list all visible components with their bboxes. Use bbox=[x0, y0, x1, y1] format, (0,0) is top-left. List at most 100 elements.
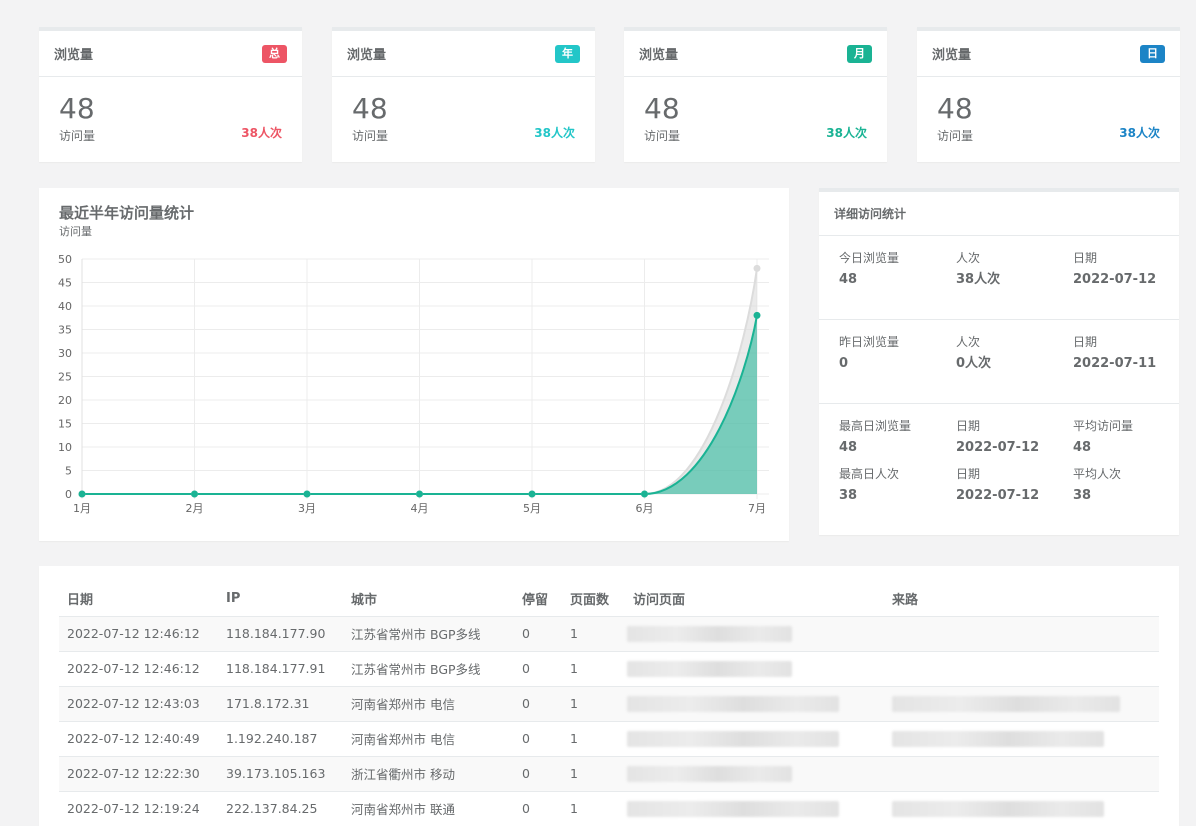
detail-max: 最高日浏览量 48 日期 2022-07-12 平均访问量 48 最高日人次 38 日期… bbox=[819, 404, 1179, 505]
stat-visitors: 38人次 bbox=[1119, 126, 1160, 140]
detail-yesterday: 昨日浏览量 0 人次 0人次 日期 2022-07-11 bbox=[819, 320, 1179, 404]
table-header-row: 日期 IP 城市 停留 页面数 访问页面 来路 bbox=[59, 582, 1159, 617]
visit-log-table: 日期 IP 城市 停留 页面数 访问页面 来路 2022-07-12 12:46… bbox=[59, 582, 1159, 826]
stat-visitors: 38人次 bbox=[241, 126, 282, 140]
detail-value: 38人次 bbox=[956, 272, 1001, 287]
y-tick-label: 15 bbox=[58, 418, 72, 431]
stat-value: 48 bbox=[59, 92, 95, 125]
detail-value: 48 bbox=[1073, 440, 1092, 455]
detail-value: 38 bbox=[839, 488, 858, 503]
cell-page-redacted bbox=[625, 686, 884, 722]
detail-today: 今日浏览量 48 人次 38人次 日期 2022-07-12 bbox=[819, 236, 1179, 320]
cell-city: 河南省郑州市 电信 bbox=[343, 686, 514, 722]
cell-stay: 0 bbox=[514, 721, 562, 757]
detail-label: 平均人次 bbox=[1073, 467, 1122, 481]
cell-page-redacted bbox=[625, 616, 884, 652]
cell-pages: 1 bbox=[562, 721, 625, 757]
data-point bbox=[191, 490, 198, 498]
cell-ip: 171.8.172.31 bbox=[218, 686, 343, 722]
visit-log-panel: 日期 IP 城市 停留 页面数 访问页面 来路 2022-07-12 12:46… bbox=[39, 566, 1179, 826]
y-tick-label: 0 bbox=[65, 488, 72, 501]
table-row: 2022-07-12 12:40:49 1.192.240.187 河南省郑州市… bbox=[59, 721, 1159, 757]
y-tick-label: 5 bbox=[65, 465, 72, 478]
stat-card-title: 浏览量 bbox=[639, 48, 679, 63]
col-header-city: 城市 bbox=[343, 582, 514, 617]
stat-card-total: 浏览量 总 48 访问量 38人次 bbox=[39, 27, 302, 162]
cell-pages: 1 bbox=[562, 616, 625, 652]
col-header-stay: 停留 bbox=[514, 582, 562, 617]
data-point bbox=[753, 311, 761, 319]
y-tick-label: 50 bbox=[58, 253, 72, 266]
stat-card-month: 浏览量 月 48 访问量 38人次 bbox=[624, 27, 887, 162]
detail-value: 2022-07-12 bbox=[956, 440, 1040, 455]
cell-referrer-redacted bbox=[884, 686, 1159, 722]
cell-stay: 0 bbox=[514, 756, 562, 792]
stat-card-day: 浏览量 日 48 访问量 38人次 bbox=[917, 27, 1180, 162]
detail-label: 昨日浏览量 bbox=[839, 335, 900, 349]
data-point bbox=[303, 490, 311, 498]
stat-visitors: 38人次 bbox=[826, 126, 867, 140]
cell-city: 河南省郑州市 联通 bbox=[343, 791, 514, 826]
detail-label: 日期 bbox=[956, 419, 981, 433]
data-point bbox=[78, 490, 86, 498]
x-tick-label: 4月 bbox=[411, 502, 429, 515]
detail-value: 0 bbox=[839, 356, 849, 371]
detail-label: 最高日浏览量 bbox=[839, 419, 912, 433]
detail-label: 人次 bbox=[956, 335, 981, 349]
table-row: 2022-07-12 12:46:12 118.184.177.90 江苏省常州… bbox=[59, 616, 1159, 652]
cell-date: 2022-07-12 12:22:30 bbox=[59, 756, 218, 792]
table-row: 2022-07-12 12:22:30 39.173.105.163 浙江省衢州… bbox=[59, 756, 1159, 792]
detail-label: 今日浏览量 bbox=[839, 251, 900, 265]
detail-value: 48 bbox=[839, 272, 858, 287]
stat-card-title: 浏览量 bbox=[347, 48, 387, 63]
cell-referrer-redacted bbox=[884, 721, 1159, 757]
cell-stay: 0 bbox=[514, 651, 562, 687]
data-point bbox=[753, 264, 761, 272]
detail-label: 日期 bbox=[1073, 251, 1098, 265]
table-row: 2022-07-12 12:43:03 171.8.172.31 河南省郑州市 … bbox=[59, 686, 1159, 722]
table-row: 2022-07-12 12:46:12 118.184.177.91 江苏省常州… bbox=[59, 651, 1159, 687]
x-tick-label: 5月 bbox=[523, 502, 541, 515]
stat-card-title: 浏览量 bbox=[932, 48, 972, 63]
y-tick-label: 45 bbox=[58, 277, 72, 290]
cell-pages: 1 bbox=[562, 756, 625, 792]
detail-value: 2022-07-11 bbox=[1073, 356, 1157, 371]
period-badge: 月 bbox=[847, 44, 872, 63]
cell-ip: 118.184.177.90 bbox=[218, 616, 343, 652]
stat-card-year: 浏览量 年 48 访问量 38人次 bbox=[332, 27, 595, 162]
cell-date: 2022-07-12 12:19:24 bbox=[59, 791, 218, 826]
cell-ip: 39.173.105.163 bbox=[218, 756, 343, 792]
detail-value: 48 bbox=[839, 440, 858, 455]
table-row: 2022-07-12 12:19:24 222.137.84.25 河南省郑州市… bbox=[59, 791, 1159, 826]
detail-value: 2022-07-12 bbox=[956, 488, 1040, 503]
col-header-page: 访问页面 bbox=[625, 582, 884, 617]
y-tick-label: 30 bbox=[58, 347, 72, 360]
cell-city: 江苏省常州市 BGP多线 bbox=[343, 651, 514, 687]
detail-label: 人次 bbox=[956, 251, 981, 265]
col-header-date: 日期 bbox=[59, 582, 218, 617]
cell-date: 2022-07-12 12:46:12 bbox=[59, 651, 218, 687]
cell-referrer-redacted bbox=[884, 651, 1159, 687]
stat-value: 48 bbox=[644, 92, 680, 125]
cell-city: 浙江省衢州市 移动 bbox=[343, 756, 514, 792]
chart-panel: 最近半年访问量统计 访问量 0 5 10 15 20 25 30 35 40 45 50 1月 2月 3月… bbox=[39, 188, 789, 541]
cell-referrer-redacted bbox=[884, 791, 1159, 826]
period-badge: 日 bbox=[1140, 44, 1165, 63]
cell-pages: 1 bbox=[562, 791, 625, 826]
y-tick-label: 25 bbox=[58, 371, 72, 384]
y-tick-label: 40 bbox=[58, 300, 72, 313]
cell-referrer-redacted bbox=[884, 616, 1159, 652]
detail-label: 日期 bbox=[1073, 335, 1098, 349]
cell-page-redacted bbox=[625, 791, 884, 826]
cell-page-redacted bbox=[625, 651, 884, 687]
cell-stay: 0 bbox=[514, 616, 562, 652]
detail-value: 0人次 bbox=[956, 356, 992, 371]
detail-value: 2022-07-12 bbox=[1073, 272, 1157, 287]
area-chart: 0 5 10 15 20 25 30 35 40 45 50 1月 2月 3月 4月 5月 6月 7月 bbox=[58, 253, 769, 515]
cell-ip: 1.192.240.187 bbox=[218, 721, 343, 757]
y-tick-label: 20 bbox=[58, 394, 72, 407]
period-badge: 年 bbox=[555, 44, 580, 63]
stat-visitors: 38人次 bbox=[534, 126, 575, 140]
y-tick-label: 35 bbox=[58, 324, 72, 337]
cell-date: 2022-07-12 12:40:49 bbox=[59, 721, 218, 757]
